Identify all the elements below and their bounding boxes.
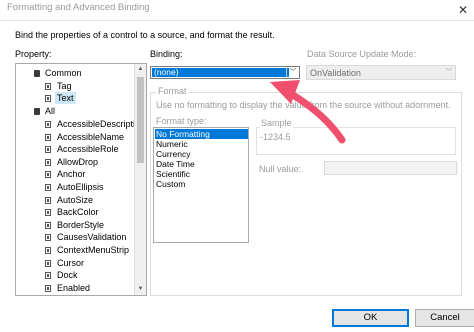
property-icon xyxy=(45,209,51,217)
scroll-down-icon[interactable]: ▼ xyxy=(135,284,146,295)
tree-item-label: Text xyxy=(55,92,76,104)
tree-item-label: AccessibleDescriptio xyxy=(57,119,141,129)
scroll-up-icon[interactable]: ▲ xyxy=(135,64,146,75)
format-type-scientific: Scientific xyxy=(156,169,191,179)
property-icon xyxy=(45,221,51,229)
property-icon xyxy=(45,146,51,154)
update-mode-value: OnValidation xyxy=(310,68,361,78)
format-type-currency: Currency xyxy=(156,149,191,159)
sample-value: -1234.5 xyxy=(260,132,291,142)
tree-item-label: BackColor xyxy=(57,207,99,218)
property-icon xyxy=(45,234,51,242)
property-icon xyxy=(45,247,51,254)
tree-item-label: BorderStyle xyxy=(57,219,105,230)
update-mode-dropdown: OnValidation ﹀ xyxy=(306,65,456,80)
cancel-button[interactable]: Cancel xyxy=(415,309,474,327)
tree-group-label: All xyxy=(45,106,56,116)
format-type-label: Format type: xyxy=(156,116,207,126)
property-icon xyxy=(45,184,51,191)
tree-item-label: ContextMenuStrip xyxy=(57,245,130,255)
tree-item-label: Anchor xyxy=(57,169,86,180)
property-icon xyxy=(45,196,51,204)
property-icon xyxy=(45,171,51,179)
property-icon xyxy=(45,158,51,166)
property-tree[interactable]: Common Tag Text All AccessibleDescriptio… xyxy=(15,63,147,296)
title-bar: Formatting and Advanced Binding ✕ xyxy=(0,0,474,21)
property-icon xyxy=(45,95,51,102)
chevron-down-icon[interactable]: ﹀ xyxy=(286,67,299,78)
binding-dropdown[interactable]: (none) ﹀ xyxy=(150,66,300,79)
tree-item-label: AccessibleName xyxy=(57,131,125,142)
tree-item-label: AllowDrop xyxy=(57,156,99,167)
dialog-description: Bind the properties of a control to a so… xyxy=(15,30,275,40)
property-label: Property: xyxy=(15,49,52,59)
binding-value: (none) xyxy=(152,68,289,77)
property-icon xyxy=(45,272,51,280)
format-type-numeric: Numeric xyxy=(156,139,188,149)
window-title: Formatting and Advanced Binding xyxy=(7,2,150,13)
tree-item-label: AutoEllipsis xyxy=(57,182,104,192)
tree-group-label: Common xyxy=(45,68,82,78)
null-value-label: Null value: xyxy=(259,164,302,174)
group-icon xyxy=(34,70,40,77)
tree-item-label: Enabled xyxy=(57,282,91,293)
sample-label: Sample xyxy=(260,118,293,128)
tree-item-label: AutoSize xyxy=(57,194,94,205)
tree-item-label: CausesValidation xyxy=(57,232,127,243)
property-icon xyxy=(45,121,51,128)
format-type-list: No Formatting Numeric Currency Date Time… xyxy=(153,127,249,243)
property-icon xyxy=(45,133,51,141)
tree-item-label: AccessibleRole xyxy=(57,144,119,155)
tree-item-label: Dock xyxy=(57,270,78,281)
format-type-no-formatting: No Formatting xyxy=(155,129,248,139)
ok-button[interactable]: OK xyxy=(332,309,409,327)
property-icon xyxy=(45,259,51,267)
tree-item-label: Tag xyxy=(57,81,72,91)
format-type-date-time: Date Time xyxy=(156,159,195,169)
update-mode-label: Data Source Update Mode: xyxy=(307,49,417,59)
binding-label: Binding: xyxy=(150,49,183,59)
format-description: Use no formatting to display the value f… xyxy=(156,100,451,110)
property-icon xyxy=(45,83,51,90)
scroll-thumb[interactable] xyxy=(137,77,144,163)
format-legend: Format xyxy=(156,86,189,96)
tree-item-label: Cursor xyxy=(57,257,85,268)
tree-scrollbar[interactable]: ▲ ▼ xyxy=(134,64,146,295)
format-type-custom: Custom xyxy=(156,179,186,189)
null-value-field xyxy=(324,161,457,175)
close-icon[interactable]: ✕ xyxy=(452,0,474,20)
property-icon xyxy=(45,284,51,292)
group-icon xyxy=(34,108,40,115)
chevron-down-icon: ﹀ xyxy=(445,69,453,76)
